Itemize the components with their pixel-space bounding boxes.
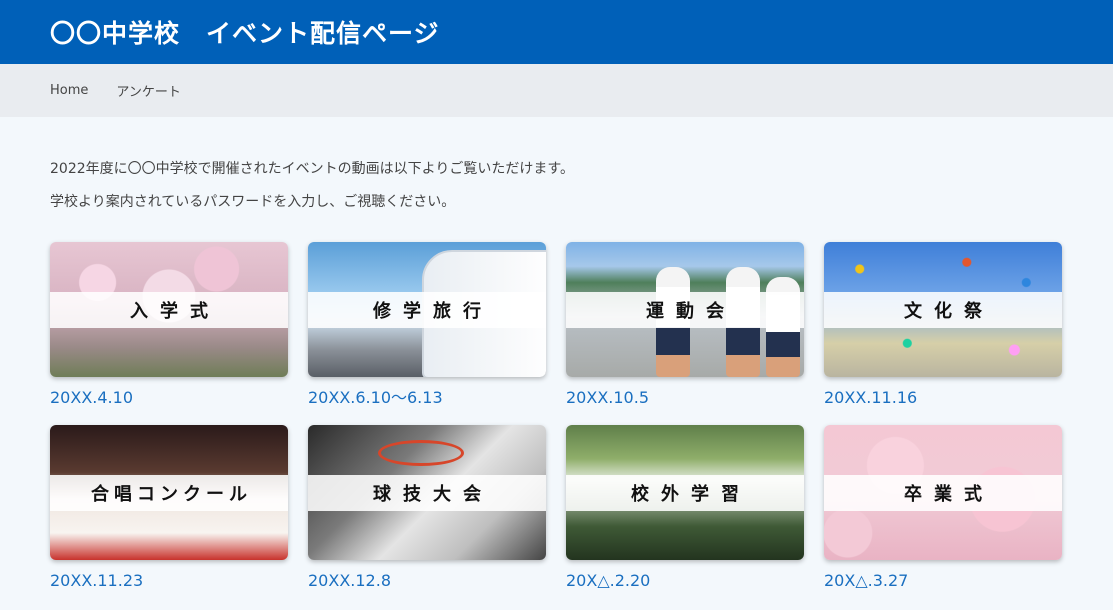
intro-line-2: 学校より案内されているパスワードを入力し、ご視聴ください。 xyxy=(50,194,456,210)
event-date[interactable]: 20XX.4.10 xyxy=(50,387,288,409)
runners-image[interactable]: 運動会 xyxy=(566,242,804,377)
event-title-label: 卒業式 xyxy=(824,475,1062,511)
event-grid: 入学式 20XX.4.10 修学旅行 20XX.6.10〜6.13 運動会 20… xyxy=(50,242,1062,592)
cherry-blossom-image[interactable]: 卒業式 xyxy=(824,425,1062,560)
event-date[interactable]: 20XX.11.23 xyxy=(50,570,288,592)
intro-text: 2022年度に〇〇中学校で開催されたイベントの動画は以下よりご覧いただけます。 … xyxy=(0,117,1113,219)
nav-home-link[interactable]: Home xyxy=(50,83,88,98)
event-date[interactable]: 20XX.12.8 xyxy=(308,570,546,592)
event-date[interactable]: 20XX.10.5 xyxy=(566,387,804,409)
event-card-chorus-contest[interactable]: 合唱コンクール 20XX.11.23 xyxy=(50,425,288,592)
event-card-field-trip[interactable]: 校外学習 20X△.2.20 xyxy=(566,425,804,592)
event-title-label: 修学旅行 xyxy=(308,292,546,328)
event-card-ball-games[interactable]: 球技大会 20XX.12.8 xyxy=(308,425,546,592)
event-card-school-festival[interactable]: 文化祭 20XX.11.16 xyxy=(824,242,1062,409)
event-card-school-trip[interactable]: 修学旅行 20XX.6.10〜6.13 xyxy=(308,242,546,409)
bus-image[interactable]: 修学旅行 xyxy=(308,242,546,377)
event-date[interactable]: 20X△.2.20 xyxy=(566,570,804,592)
nav-survey-link[interactable]: アンケート xyxy=(116,81,180,100)
event-card-graduation[interactable]: 卒業式 20X△.3.27 xyxy=(824,425,1062,592)
event-title-label: 運動会 xyxy=(566,292,804,328)
event-title-label: 球技大会 xyxy=(308,475,546,511)
cherry-blossom-image[interactable]: 入学式 xyxy=(50,242,288,377)
nav-bar: Home アンケート xyxy=(0,64,1113,117)
event-title-label: 合唱コンクール xyxy=(50,475,288,511)
event-title-label: 校外学習 xyxy=(566,475,804,511)
hoop-shape xyxy=(378,440,464,466)
site-title: 〇〇中学校 イベント配信ページ xyxy=(50,19,440,48)
site-header: 〇〇中学校 イベント配信ページ xyxy=(0,0,1113,64)
event-title-label: 入学式 xyxy=(50,292,288,328)
intro-line-1: 2022年度に〇〇中学校で開催されたイベントの動画は以下よりご覧いただけます。 xyxy=(50,161,574,177)
sheet-music-image[interactable]: 合唱コンクール xyxy=(50,425,288,560)
event-date[interactable]: 20XX.6.10〜6.13 xyxy=(308,387,546,409)
basketball-hoop-image[interactable]: 球技大会 xyxy=(308,425,546,560)
event-date[interactable]: 20XX.11.16 xyxy=(824,387,1062,409)
forest-image[interactable]: 校外学習 xyxy=(566,425,804,560)
event-card-sports-day[interactable]: 運動会 20XX.10.5 xyxy=(566,242,804,409)
event-date[interactable]: 20X△.3.27 xyxy=(824,570,1062,592)
event-card-entrance-ceremony[interactable]: 入学式 20XX.4.10 xyxy=(50,242,288,409)
confetti-image[interactable]: 文化祭 xyxy=(824,242,1062,377)
event-title-label: 文化祭 xyxy=(824,292,1062,328)
